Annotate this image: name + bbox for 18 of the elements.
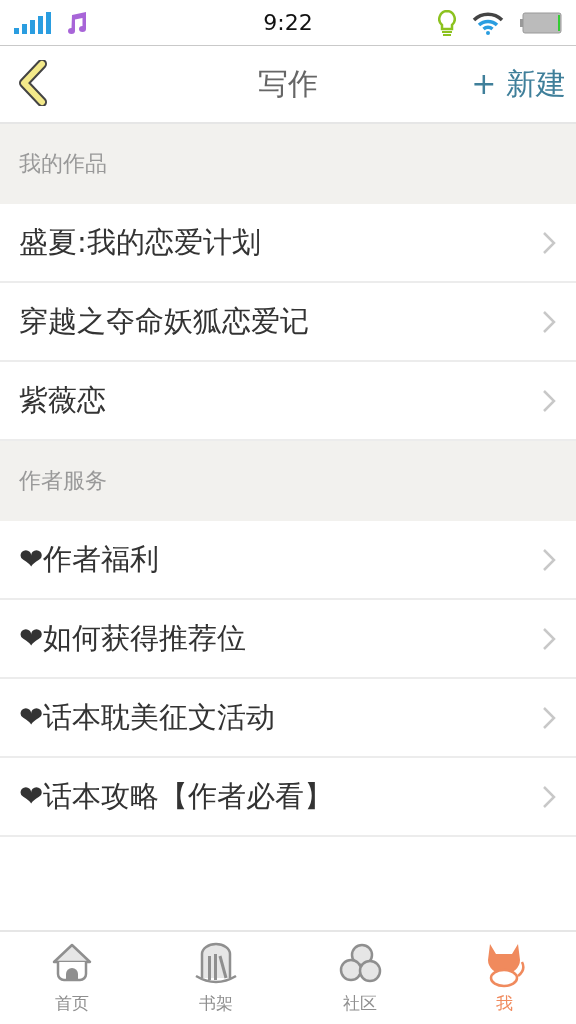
chevron-right-icon	[542, 705, 556, 730]
section-header: 作者服务	[19, 467, 107, 495]
back-button[interactable]	[18, 59, 48, 109]
lightbulb-icon	[438, 9, 456, 36]
music-note-icon	[66, 10, 88, 35]
chevron-right-icon	[542, 388, 556, 413]
chevron-right-icon	[542, 547, 556, 572]
wifi-icon	[472, 10, 504, 35]
page-title: 写作	[258, 64, 318, 103]
new-button[interactable]: + 新建	[471, 63, 566, 105]
chevron-right-icon	[542, 784, 556, 809]
chevron-right-icon	[542, 230, 556, 255]
chevron-right-icon	[542, 309, 556, 334]
battery-icon	[520, 11, 562, 34]
chevron-right-icon	[542, 626, 556, 651]
section-header: 我的作品	[19, 150, 107, 178]
signal-icon	[14, 11, 52, 34]
clock-time: 9:22	[263, 10, 313, 35]
